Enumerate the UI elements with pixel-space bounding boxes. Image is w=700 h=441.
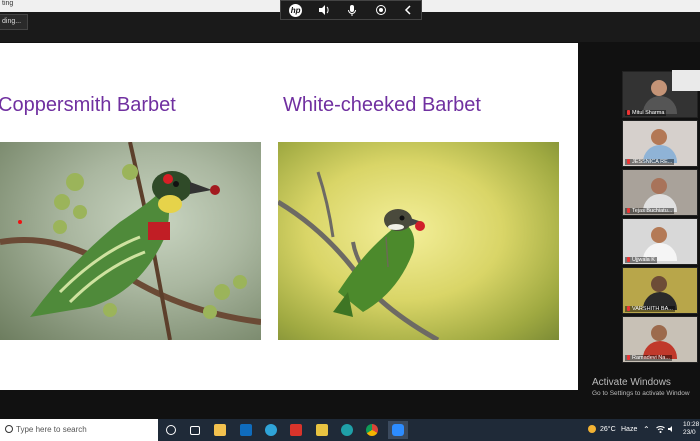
- participant-tile[interactable]: JESSNICA RE...: [622, 120, 698, 167]
- search-icon: [5, 425, 13, 433]
- sticky-notes-icon[interactable]: [316, 424, 328, 436]
- hp-logo-icon: hp: [289, 3, 303, 17]
- participant-name: Mitul Sharma: [625, 110, 667, 116]
- participant-tile[interactable]: Tejas Buchiatu...: [622, 169, 698, 216]
- recording-indicator[interactable]: ding...: [0, 14, 29, 30]
- volume-icon[interactable]: [668, 419, 676, 441]
- slide-title-white-cheeked: White-cheeked Barbet: [283, 94, 481, 116]
- activate-windows-watermark: Activate Windows Go to Settings to activ…: [592, 377, 690, 397]
- coppersmith-barbet-photo: [0, 142, 261, 340]
- mic-muted-icon: [627, 208, 630, 214]
- task-view-icon[interactable]: [190, 426, 200, 435]
- mic-muted-icon: [627, 355, 630, 361]
- cortana-icon[interactable]: [166, 425, 176, 435]
- white-cheeked-barbet-photo: [278, 142, 559, 340]
- windows-taskbar: Type here to search 26°C Haze ⌃ 10:28 23…: [0, 419, 700, 441]
- weather-icon[interactable]: [588, 419, 596, 441]
- participant-tile[interactable]: Ujjwala K: [622, 218, 698, 265]
- zoom-app-active[interactable]: [388, 421, 408, 439]
- chrome-icon[interactable]: [366, 424, 378, 436]
- mic-muted-icon: [627, 110, 630, 116]
- edge-legacy-icon[interactable]: [265, 424, 277, 436]
- speaker-icon[interactable]: [318, 4, 330, 16]
- collapse-chevron-icon[interactable]: [403, 4, 413, 16]
- media-app-icon[interactable]: [290, 424, 302, 436]
- outlook-icon[interactable]: [240, 424, 252, 436]
- edge-icon[interactable]: [341, 424, 353, 436]
- file-explorer-icon[interactable]: [214, 424, 226, 436]
- noise-cancel-icon[interactable]: [375, 4, 387, 16]
- wifi-icon[interactable]: [656, 419, 665, 441]
- clock[interactable]: 10:28 23/0: [683, 421, 699, 437]
- weather-condition: Haze: [621, 426, 638, 433]
- mic-muted-icon: [627, 306, 630, 312]
- self-view-thumbnail[interactable]: [672, 70, 700, 91]
- participant-name: Tejas Buchiatu...: [625, 208, 675, 214]
- mic-muted-icon: [627, 159, 630, 165]
- window-title: ting: [2, 0, 14, 7]
- participant-name: VARSHITH BA...: [625, 306, 675, 312]
- mic-muted-icon: [627, 257, 630, 263]
- microphone-icon[interactable]: [346, 4, 358, 16]
- participant-name: Ujjwala K: [625, 257, 657, 263]
- participant-tile[interactable]: VARSHITH BA...: [622, 267, 698, 314]
- shared-slide: Coppersmith Barbet White-cheeked Barbet: [0, 43, 578, 390]
- slide-title-coppersmith: Coppersmith Barbet: [0, 94, 176, 116]
- tray-chevron-icon[interactable]: ⌃: [643, 419, 650, 441]
- participant-tile[interactable]: Ramadevi Na...: [622, 316, 698, 363]
- participant-name: JESSNICA RE...: [625, 159, 675, 165]
- hp-audio-bar: hp: [280, 0, 422, 20]
- temperature-text: 26°C: [600, 426, 616, 433]
- taskbar-search-box[interactable]: Type here to search: [0, 419, 158, 441]
- zoom-icon: [392, 424, 404, 436]
- participant-name: Ramadevi Na...: [625, 355, 672, 361]
